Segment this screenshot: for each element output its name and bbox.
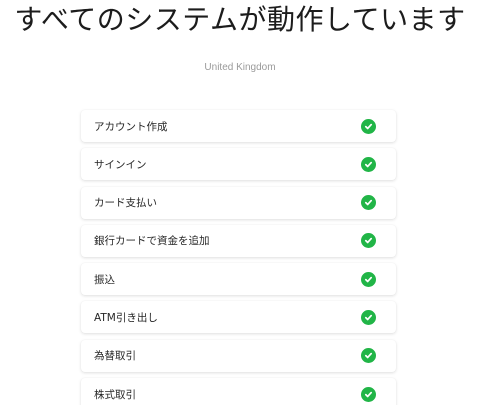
service-label: カード支払い: [94, 197, 157, 210]
service-label: アカウント作成: [94, 120, 168, 133]
service-label: サインイン: [94, 158, 147, 171]
service-row-exchange: 為替取引: [81, 339, 396, 372]
check-circle-icon: [361, 156, 376, 172]
service-label: 株式取引: [94, 388, 136, 401]
check-circle-icon: [361, 348, 376, 364]
check-circle-icon: [361, 309, 376, 325]
service-label: ATM引き出し: [94, 311, 158, 324]
service-label: 振込: [94, 273, 115, 286]
service-row-sign-in: サインイン: [81, 148, 396, 181]
service-status-list: アカウント作成 サインイン カード支払い 銀行カードで資金を追加 振込 ATM引…: [81, 110, 396, 405]
service-row-add-funds: 銀行カードで資金を追加: [81, 224, 396, 257]
check-circle-icon: [361, 195, 376, 211]
check-circle-icon: [361, 233, 376, 249]
check-circle-icon: [361, 271, 376, 287]
region-label: United Kingdom: [204, 62, 276, 73]
page-title: すべてのシステムが動作しています: [14, 3, 466, 36]
check-circle-icon: [361, 118, 376, 134]
service-row-stock-trading: 株式取引: [81, 378, 396, 405]
service-row-account-creation: アカウント作成: [81, 110, 396, 142]
service-label: 為替取引: [94, 350, 136, 363]
service-row-card-payments: カード支払い: [81, 186, 396, 219]
service-row-atm-withdrawals: ATM引き出し: [81, 301, 396, 334]
service-row-transfers: 振込: [81, 263, 396, 296]
status-page: すべてのシステムが動作しています United Kingdom アカウント作成 …: [0, 0, 480, 405]
check-circle-icon: [361, 386, 376, 402]
service-label: 銀行カードで資金を追加: [94, 235, 210, 248]
